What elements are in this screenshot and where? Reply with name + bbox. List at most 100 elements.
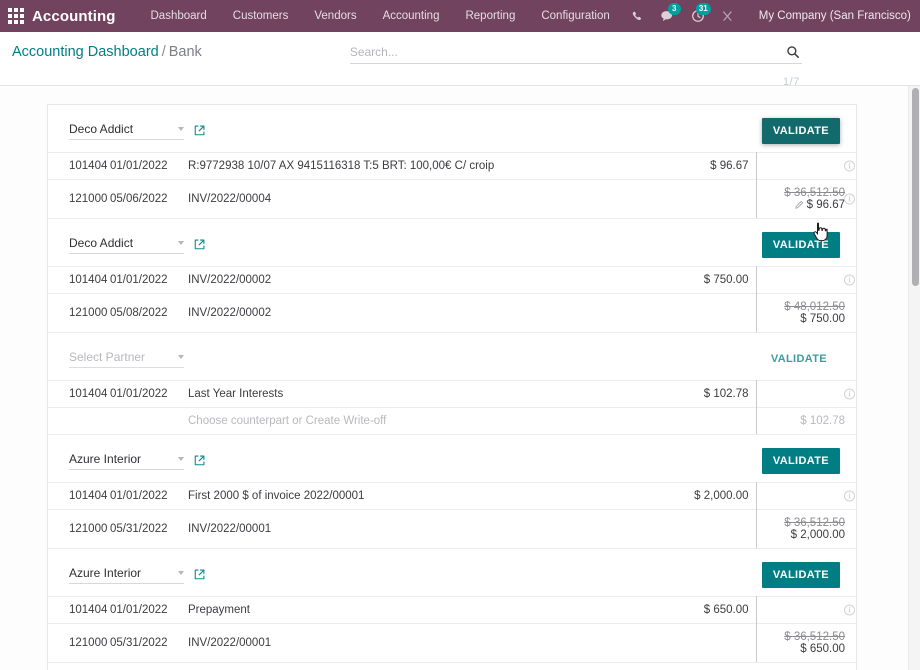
validate-button[interactable]: VALIDATE: [761, 231, 840, 258]
vertical-scrollbar[interactable]: [908, 86, 920, 670]
cell-account-code: 101404: [69, 274, 108, 286]
cell-date: 01/01/2022: [110, 274, 168, 286]
table-row[interactable]: 101404 01/01/2022 Prepayment $ 650.00 i: [48, 596, 856, 624]
reconciliation-lines-table: 101404 01/01/2022 R:9772938 10/07 AX 94151…: [48, 152, 856, 218]
table-row[interactable]: 101404 01/01/2022 R:9772938 10/07 AX 94151…: [48, 152, 856, 180]
chevron-down-icon[interactable]: [178, 570, 184, 575]
chevron-down-icon[interactable]: [178, 126, 184, 131]
search-button[interactable]: [780, 45, 802, 59]
partner-select-field[interactable]: Deco Addict: [69, 122, 184, 140]
breadcrumb: Accounting Dashboard / Bank: [0, 32, 202, 60]
search-input[interactable]: [349, 44, 780, 60]
info-icon[interactable]: i: [844, 388, 855, 400]
reconciliation-card: Azure Interior VALIDATE 101404 01/01/2022 Pr…: [48, 549, 856, 663]
search-icon: [787, 46, 799, 59]
reconciliation-card-header: Select PartnerVALIDATE: [48, 663, 856, 670]
menu-item-accounting[interactable]: Accounting: [370, 4, 453, 28]
company-selector[interactable]: My Company (San Francisco): [743, 10, 920, 22]
open-partner-external-link[interactable]: [194, 125, 205, 136]
reconciliation-lines-table: 101404 01/01/2022 Last Year Interests $ 102…: [48, 380, 856, 434]
pager[interactable]: 1/7: [350, 64, 802, 88]
chat-bubble-icon[interactable]: 3: [653, 0, 683, 32]
cell-amount: $ 102.78: [703, 388, 749, 400]
cell-balance: i: [755, 482, 856, 510]
partner-select-field[interactable]: Select Partner: [69, 350, 184, 368]
info-icon[interactable]: i: [844, 274, 855, 286]
menu-item-customers[interactable]: Customers: [220, 4, 302, 28]
navbar-systray: 3 31 My Company (San Francisco) Mitchell…: [623, 0, 920, 32]
table-row[interactable]: 101404 01/01/2022 Last Year Interests $ 102…: [48, 380, 856, 408]
cell-date: 01/01/2022: [110, 604, 168, 616]
cell-amount: [638, 408, 756, 435]
cell-amount: [537, 294, 756, 333]
reconciliation-card-list: Deco Addict VALIDATE 101404 01/01/2022 R:977…: [47, 104, 857, 670]
menu-item-configuration[interactable]: Configuration: [528, 4, 622, 28]
reconciliation-card: Select PartnerVALIDATE: [48, 663, 856, 670]
chevron-down-icon[interactable]: [178, 456, 184, 461]
cell-balance: $ 36,512.50 $ 96.67 i: [755, 179, 856, 218]
search-view: 1/7: [349, 44, 802, 88]
menu-item-reporting[interactable]: Reporting: [452, 4, 528, 28]
table-row[interactable]: 121000 05/08/2022 INV/2022/00002 $ 48,012.5…: [48, 293, 856, 333]
control-panel: Accounting Dashboard/Bank 1/7: [0, 32, 920, 88]
validate-button[interactable]: VALIDATE: [761, 117, 840, 144]
edit-pencil-icon[interactable]: [794, 200, 804, 209]
info-icon[interactable]: i: [844, 193, 855, 205]
clock-activity-icon[interactable]: 31: [683, 0, 713, 32]
balance-original-amount: $ 36,512.50: [784, 517, 845, 529]
cell-date: 05/06/2022: [110, 193, 168, 205]
app-brand-title[interactable]: Accounting: [32, 8, 116, 25]
table-row[interactable]: 121000 05/06/2022 INV/2022/00004 $ 36,512.5…: [48, 179, 856, 219]
table-row[interactable]: 121000 05/31/2022 INV/2022/00001 $ 36,512.5…: [48, 509, 856, 549]
cell-label: INV/2022/00004: [188, 193, 272, 205]
partner-select-field[interactable]: Azure Interior: [69, 566, 184, 584]
partner-name-value: Select Partner: [69, 349, 146, 364]
activity-badge-count: 31: [695, 3, 711, 15]
info-icon[interactable]: i: [844, 604, 855, 616]
cell-account-code: 121000: [69, 523, 108, 535]
table-row[interactable]: 101404 01/01/2022 First 2000 $ of invoice …: [48, 482, 856, 510]
cell-label: INV/2022/00001: [188, 523, 272, 535]
cell-date: 01/01/2022: [110, 388, 168, 400]
chevron-down-icon[interactable]: [178, 354, 184, 359]
info-icon[interactable]: i: [844, 160, 855, 172]
cell-account-code: [48, 408, 110, 435]
phone-icon[interactable]: [623, 0, 653, 32]
cell-account-code: 101404: [69, 160, 108, 172]
cell-account-code: 101404: [69, 490, 108, 502]
partner-name-value: Deco Addict: [69, 235, 134, 250]
reconciliation-card: Azure Interior VALIDATE 101404 01/01/2022 Fi…: [48, 435, 856, 549]
balance-original-amount: $ 48,012.50: [784, 301, 845, 313]
menu-item-dashboard[interactable]: Dashboard: [138, 4, 220, 28]
validate-button[interactable]: VALIDATE: [761, 447, 840, 474]
cell-amount: $ 2,000.00: [694, 490, 749, 502]
info-icon[interactable]: i: [844, 490, 855, 502]
external-link-icon: [194, 239, 205, 250]
chevron-down-icon[interactable]: [178, 240, 184, 245]
apps-grid-icon[interactable]: [8, 7, 24, 25]
scrollbar-thumb[interactable]: [912, 88, 919, 286]
reconciliation-card: Deco Addict VALIDATE 101404 01/01/2022 R:977…: [48, 105, 856, 219]
breadcrumb-root-link[interactable]: Accounting Dashboard: [12, 44, 159, 60]
menu-item-vendors[interactable]: Vendors: [301, 4, 369, 28]
validate-button[interactable]: VALIDATE: [760, 346, 840, 372]
top-navbar: Accounting Dashboard Customers Vendors A…: [0, 0, 920, 32]
open-partner-external-link[interactable]: [194, 569, 205, 580]
partner-select-field[interactable]: Azure Interior: [69, 452, 184, 470]
reconciliation-content: Deco Addict VALIDATE 101404 01/01/2022 R:977…: [0, 86, 920, 670]
balance-final-amount: $ 96.67: [757, 199, 845, 211]
cell-amount: [609, 510, 756, 549]
table-row[interactable]: 101404 01/01/2022 INV/2022/00002 $ 750.00 i: [48, 266, 856, 294]
cell-balance: i: [755, 152, 856, 180]
table-row[interactable]: 121000 05/31/2022 INV/2022/00001 $ 36,512.5…: [48, 623, 856, 662]
open-partner-external-link[interactable]: [194, 239, 205, 250]
table-row[interactable]: Choose counterpart or Create Write-off $ …: [48, 407, 856, 435]
breadcrumb-current: Bank: [168, 44, 202, 60]
cell-account-code: 101404: [69, 388, 108, 400]
partner-select-field[interactable]: Deco Addict: [69, 236, 184, 254]
open-partner-external-link[interactable]: [194, 455, 205, 466]
validate-button[interactable]: VALIDATE: [761, 561, 840, 588]
external-link-icon: [194, 455, 205, 466]
scissors-icon[interactable]: [713, 0, 743, 32]
cell-amount: [682, 180, 756, 219]
